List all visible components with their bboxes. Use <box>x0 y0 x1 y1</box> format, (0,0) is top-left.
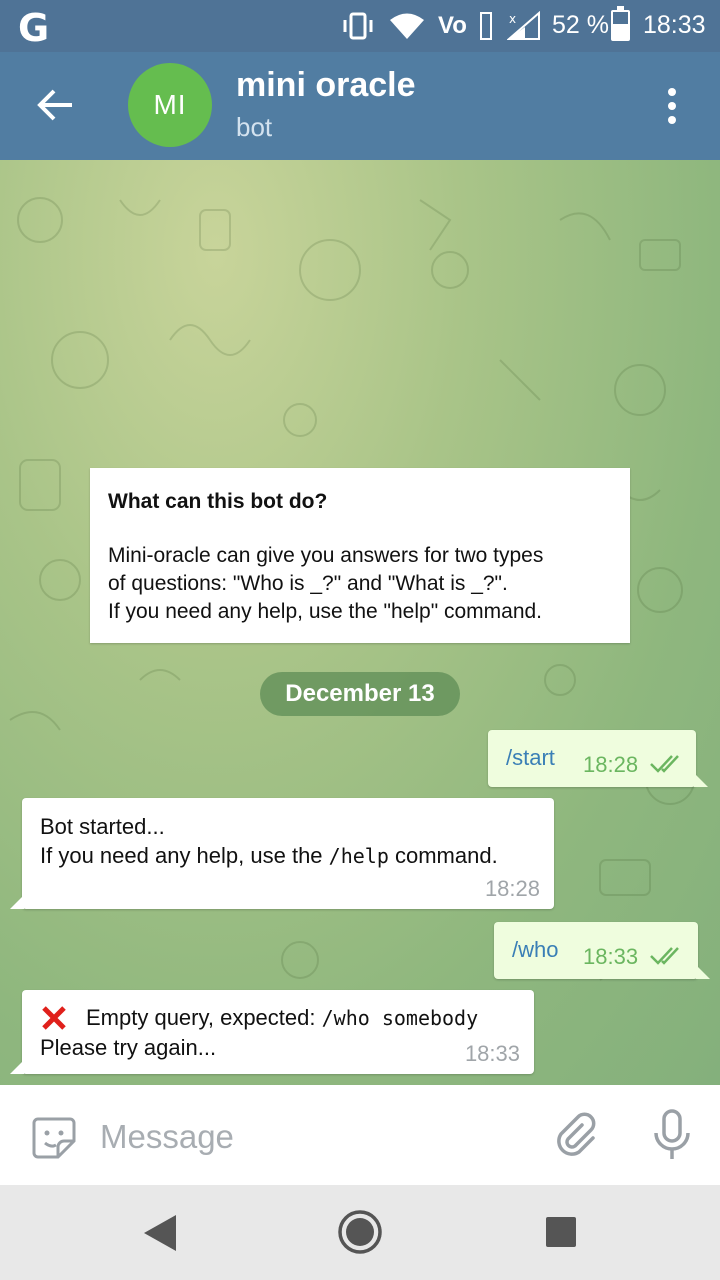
system-navigation-bar <box>0 1185 720 1280</box>
status-icons: Vo x <box>340 10 543 42</box>
outgoing-message[interactable]: /start 18:28 <box>488 730 708 787</box>
signal-icon: x <box>506 11 540 40</box>
bot-description-line: If you need any help, use the "help" com… <box>108 600 543 623</box>
nav-back-icon[interactable] <box>142 1213 178 1253</box>
inline-code: /help <box>328 844 389 868</box>
microphone-icon[interactable] <box>650 1109 694 1161</box>
double-check-icon <box>650 755 679 773</box>
message-time: 18:28 <box>484 876 540 901</box>
bubble-tail <box>10 895 24 909</box>
double-check-icon <box>650 947 679 965</box>
lte-icon <box>479 12 492 40</box>
status-bar: G Vo x 52 % 18:33 <box>0 0 720 52</box>
bubble-tail <box>10 1060 24 1074</box>
message-text-fragment: Empty query, expected: <box>86 1005 322 1030</box>
back-arrow-icon[interactable] <box>32 82 78 128</box>
message-time: 18:28 <box>583 752 639 777</box>
sticker-icon[interactable] <box>30 1113 78 1161</box>
incoming-message[interactable]: Empty query, expected: /who somebody Ple… <box>10 990 534 1074</box>
avatar[interactable]: MI <box>128 63 212 147</box>
message-text-fragment: command. <box>388 843 498 868</box>
battery-icon <box>611 6 630 41</box>
message-input-bar: Message <box>0 1085 720 1185</box>
message-text: Bot started... If you need any help, use… <box>40 812 498 871</box>
outgoing-message[interactable]: /who 18:33 <box>494 922 710 979</box>
message-time: 18:33 <box>464 1041 520 1066</box>
paperclip-icon[interactable] <box>552 1111 600 1159</box>
message-input[interactable]: Message <box>100 1118 234 1156</box>
bot-description-line: of questions: "Who is _?" and "What is _… <box>108 572 508 595</box>
bot-description-card: What can this bot do? Mini-oracle can gi… <box>90 468 630 643</box>
inline-code: /who somebody <box>321 1006 479 1030</box>
bot-description-text: Mini-oracle can give you answers for two… <box>108 542 612 626</box>
bot-description-line: Mini-oracle can give you answers for two… <box>108 544 544 567</box>
nav-home-icon[interactable] <box>337 1209 383 1255</box>
nav-recents-icon[interactable] <box>546 1217 576 1247</box>
message-time: 18:33 <box>583 944 639 969</box>
message-line: Empty query, expected: /who somebody <box>40 1003 478 1033</box>
google-g-icon: G <box>18 6 50 50</box>
avatar-initials: MI <box>153 89 187 120</box>
message-text-fragment: If you need any help, use the <box>40 843 329 868</box>
status-clock: 18:33 <box>643 11 706 39</box>
bot-description-heading: What can this bot do? <box>108 490 328 513</box>
chat-header: MI mini oracle bot <box>0 52 720 160</box>
date-separator: December 13 <box>260 672 460 716</box>
volte-label: Vo <box>438 12 467 39</box>
chat-title[interactable]: mini oracle <box>236 66 416 105</box>
message-text: Empty query, expected: /who somebody Ple… <box>40 1003 478 1062</box>
battery-percentage: 52 % <box>552 11 609 39</box>
message-line: If you need any help, use the /help comm… <box>40 841 498 871</box>
message-command-link[interactable]: /who <box>512 937 558 963</box>
wifi-icon <box>390 13 424 39</box>
incoming-message[interactable]: Bot started... If you need any help, use… <box>10 798 554 909</box>
svg-text:x: x <box>509 12 516 26</box>
chat-subtitle: bot <box>236 112 273 142</box>
message-line: Bot started... <box>40 814 165 839</box>
more-options-icon[interactable] <box>660 86 684 126</box>
vibrate-icon <box>343 12 373 40</box>
message-command-link[interactable]: /start <box>506 745 555 771</box>
bubble-tail <box>694 773 708 787</box>
bubble-tail <box>696 965 710 979</box>
chat-area[interactable]: What can this bot do? Mini-oracle can gi… <box>0 160 720 1085</box>
date-separator-label: December 13 <box>285 680 435 707</box>
message-line: Please try again... <box>40 1035 217 1060</box>
